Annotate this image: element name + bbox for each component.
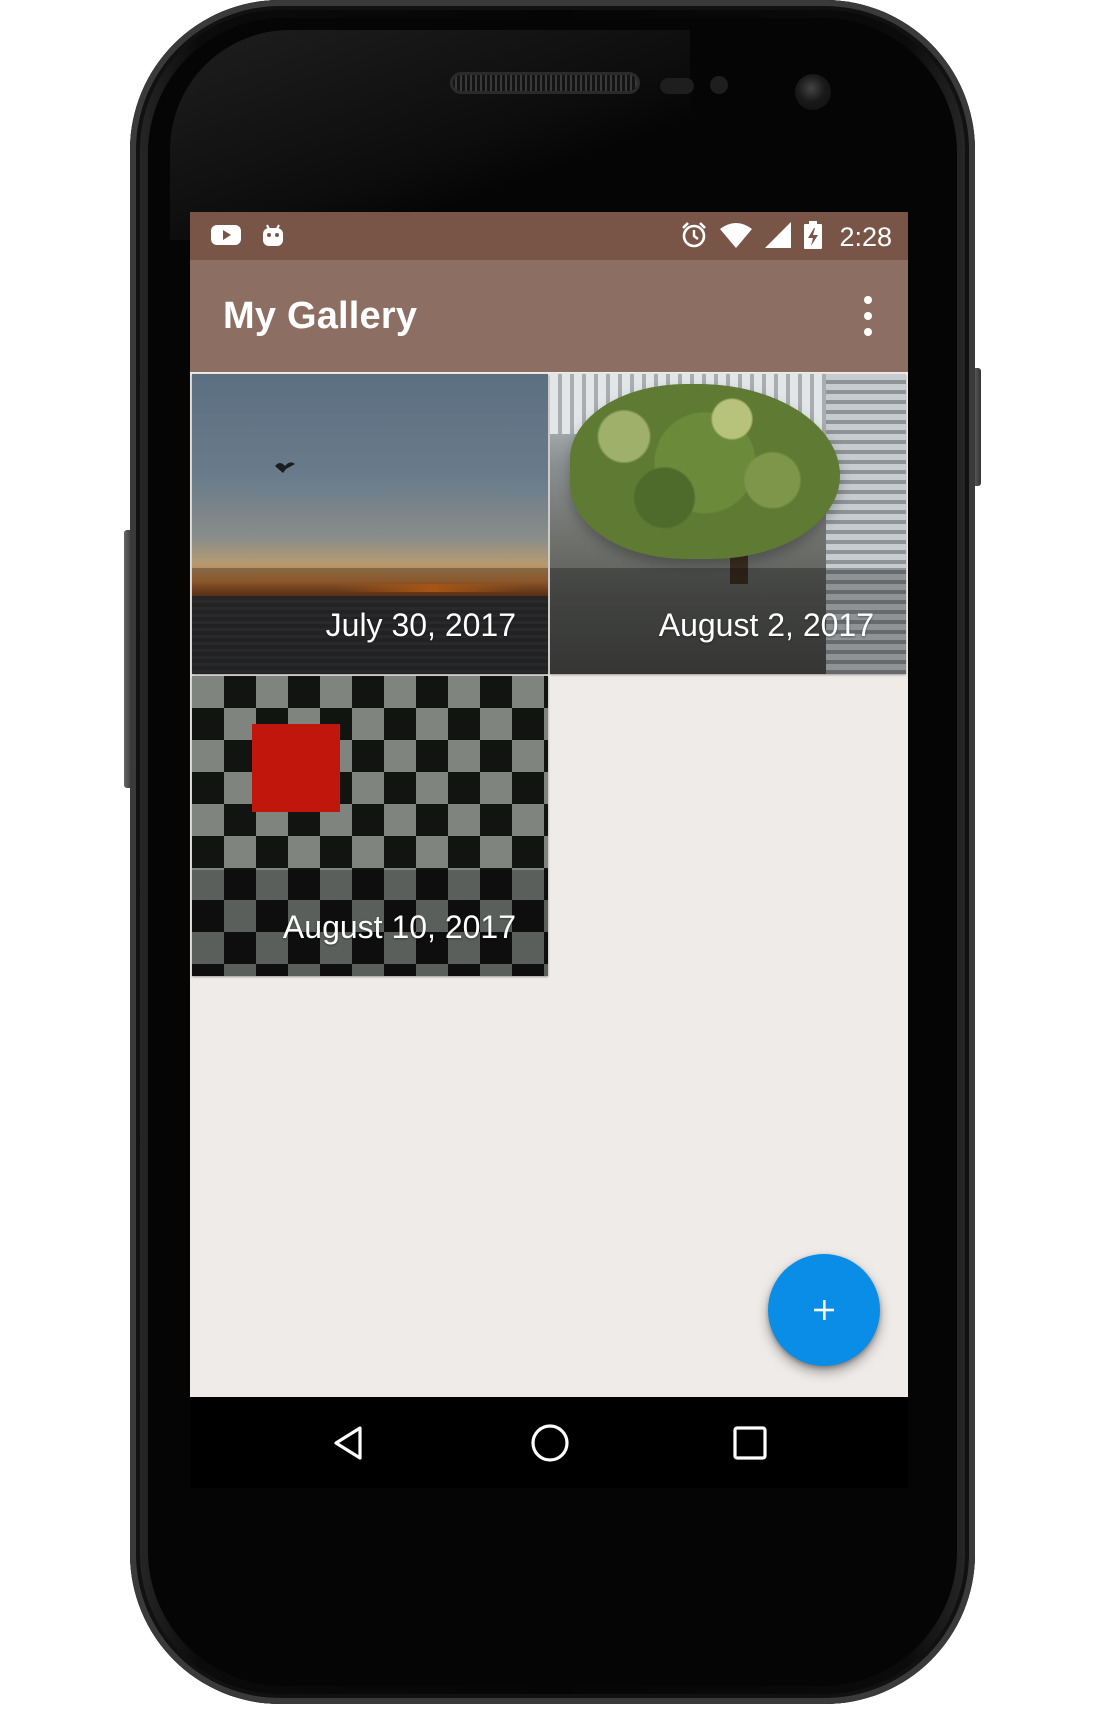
proximity-sensor (660, 78, 694, 94)
recents-button[interactable] (720, 1413, 780, 1473)
back-button[interactable] (320, 1413, 380, 1473)
home-icon (531, 1424, 569, 1462)
photo-date-label: August 2, 2017 (658, 607, 874, 643)
more-vert-icon-dot (864, 328, 872, 336)
gallery-item[interactable]: July 30, 2017 (192, 374, 548, 674)
notification-icons (210, 222, 286, 252)
home-button[interactable] (520, 1413, 580, 1473)
gallery-item[interactable]: August 2, 2017 (550, 374, 906, 674)
light-sensor (710, 76, 728, 94)
page-title: My Gallery (223, 295, 418, 337)
overflow-menu-button[interactable] (856, 296, 880, 336)
gallery-item[interactable]: August 10, 2017 (192, 676, 548, 976)
system-status-icons: 2:28 (679, 220, 892, 254)
photo-date-label: July 30, 2017 (325, 607, 516, 643)
more-vert-icon-dot (864, 312, 872, 320)
cell-signal-icon (763, 220, 793, 254)
status-time: 2:28 (839, 221, 892, 252)
battery-charging-icon (803, 220, 823, 254)
alarm-icon (679, 220, 709, 254)
photo-date-label: August 10, 2017 (282, 909, 516, 945)
add-icon (814, 1300, 834, 1320)
app-screen: 2:28 My Gallery July 30, 2017 August 2, … (190, 212, 908, 1488)
red-square (252, 724, 340, 812)
back-icon (334, 1426, 362, 1460)
recents-icon (733, 1426, 767, 1460)
front-camera (795, 74, 831, 110)
device-mockup: 2:28 My Gallery July 30, 2017 August 2, … (0, 0, 1101, 1709)
earpiece-speaker (450, 72, 640, 94)
add-photo-fab[interactable] (768, 1254, 880, 1366)
status-bar: 2:28 (190, 212, 908, 260)
more-vert-icon (864, 296, 872, 304)
navigation-bar (190, 1397, 908, 1488)
wifi-icon (719, 220, 753, 254)
app-bar: My Gallery (190, 260, 908, 372)
bird-icon (275, 462, 295, 473)
youtube-notification-icon (210, 223, 242, 251)
android-notification-icon (260, 222, 286, 252)
